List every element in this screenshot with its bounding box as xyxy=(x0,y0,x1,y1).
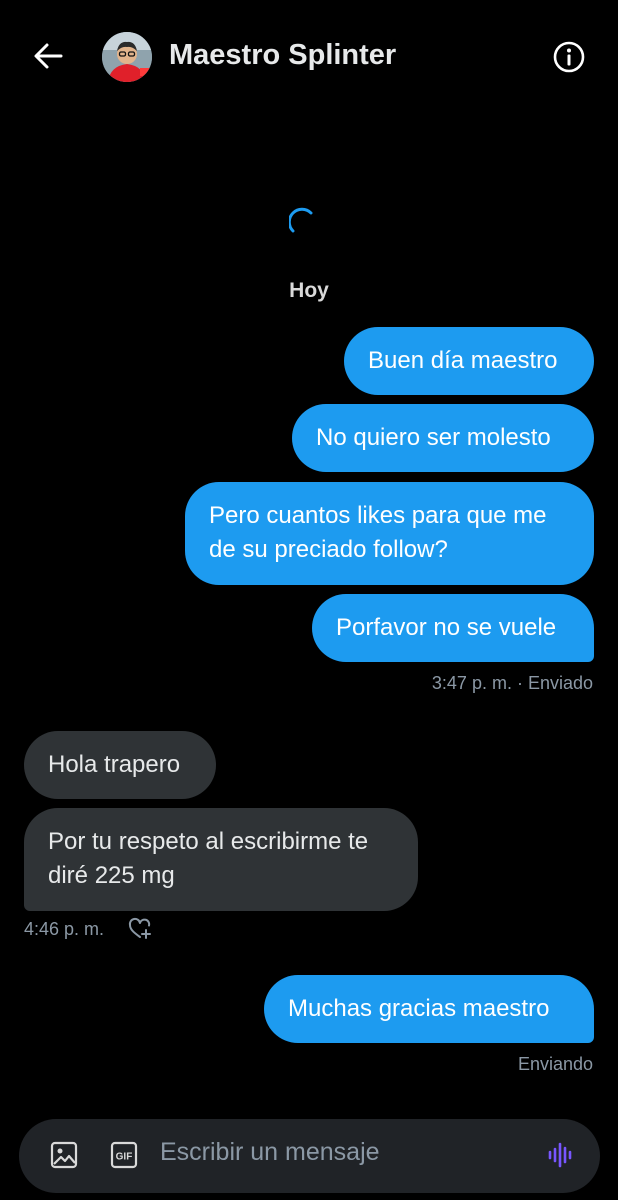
info-circle-icon xyxy=(553,41,585,73)
conversation-header: Maestro Splinter xyxy=(0,0,618,112)
loading-spinner-icon xyxy=(289,207,313,233)
attach-image-button[interactable] xyxy=(49,1140,79,1170)
message-bubble-incoming[interactable]: Hola trapero xyxy=(24,731,216,799)
image-icon xyxy=(50,1141,78,1169)
heart-plus-icon xyxy=(128,917,151,939)
conversation-info-button[interactable] xyxy=(551,39,587,75)
arrow-left-icon xyxy=(34,43,63,69)
attach-gif-button[interactable]: GIF xyxy=(109,1140,139,1170)
message-bubble-outgoing[interactable]: Buen día maestro xyxy=(344,327,594,395)
voice-message-button[interactable] xyxy=(545,1140,575,1170)
message-bubble-outgoing[interactable]: Porfavor no se vuele xyxy=(312,594,594,662)
message-bubble-outgoing[interactable]: Muchas gracias maestro xyxy=(264,975,594,1043)
voice-wave-icon xyxy=(548,1142,572,1168)
message-composer: GIF Escribir un mensaje xyxy=(19,1119,600,1193)
message-bubble-outgoing[interactable]: Pero cuantos likes para que me de su pre… xyxy=(185,482,594,585)
message-bubble-outgoing[interactable]: No quiero ser molesto xyxy=(292,404,594,472)
message-status: Enviando xyxy=(517,1054,593,1074)
message-timestamp: 4:46 p. m. xyxy=(24,919,105,939)
gif-icon: GIF xyxy=(110,1141,138,1169)
message-input[interactable]: Escribir un mensaje xyxy=(160,1138,380,1167)
day-separator: Hoy xyxy=(289,279,329,302)
contact-name[interactable]: Maestro Splinter xyxy=(169,39,396,72)
message-bubble-incoming[interactable]: Por tu respeto al escribirme te diré 225… xyxy=(24,808,418,911)
react-button[interactable] xyxy=(127,916,153,942)
gif-label: GIF xyxy=(116,1152,133,1163)
contact-avatar[interactable] xyxy=(102,32,152,82)
back-button[interactable] xyxy=(30,38,66,74)
message-timestamp: 3:47 p. m. · Enviado xyxy=(431,673,593,693)
